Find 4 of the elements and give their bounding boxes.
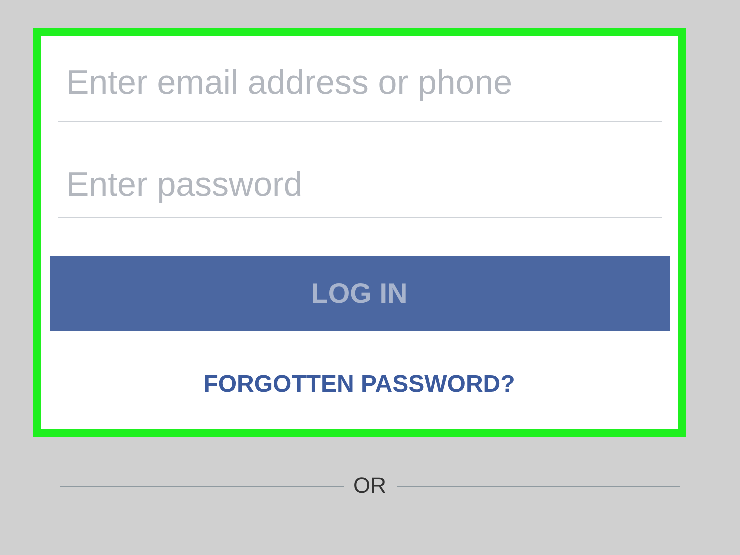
password-field[interactable]: Enter password [58, 166, 662, 218]
email-field[interactable]: Enter email address or phone [58, 64, 662, 122]
or-label: OR [354, 473, 386, 499]
forgotten-password-link[interactable]: FORGOTTEN PASSWORD? [204, 371, 516, 399]
